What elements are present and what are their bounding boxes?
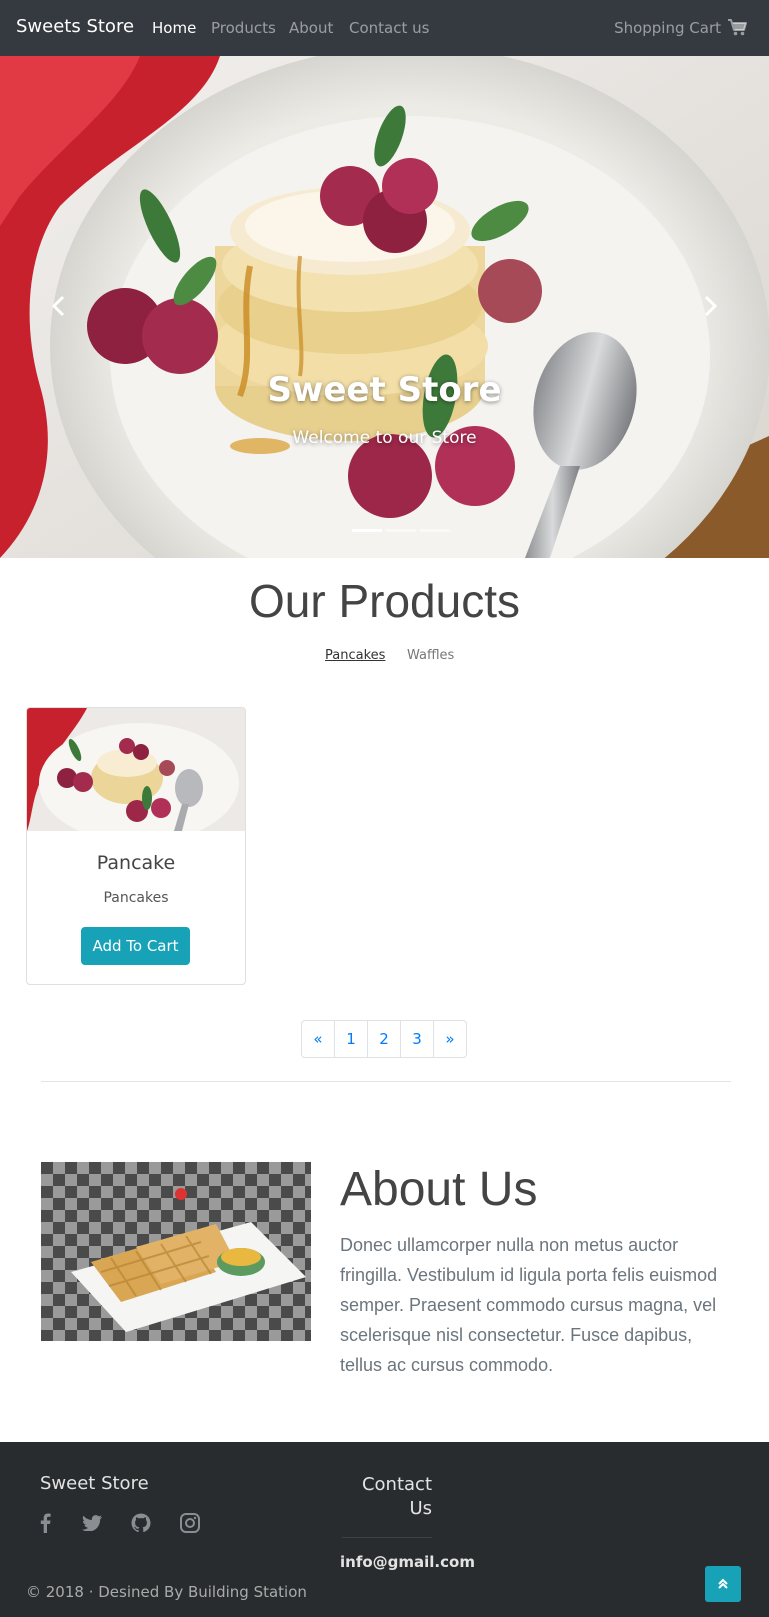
nav-about[interactable]: About	[289, 19, 333, 37]
pagination-page-1[interactable]: 1	[334, 1020, 368, 1058]
nav-contact[interactable]: Contact us	[349, 19, 429, 37]
chevron-left-icon	[51, 295, 65, 317]
footer-contact-divider	[342, 1537, 432, 1538]
footer-copyright: © 2018 · Desined By Building Station	[26, 1583, 307, 1601]
carousel-title: Sweet Store	[267, 370, 502, 410]
section-divider	[41, 1081, 731, 1082]
add-to-cart-button[interactable]: Add To Cart	[81, 927, 190, 965]
brand-logo[interactable]: Sweets Store	[16, 16, 134, 37]
navbar: Sweets Store Home Products About Contact…	[0, 0, 769, 56]
footer-contact-heading: Contact Us	[361, 1474, 432, 1519]
github-icon[interactable]	[129, 1511, 153, 1535]
carousel-prev-button[interactable]	[38, 276, 78, 336]
hero-carousel: Sweet Store Welcome to our Store	[0, 56, 769, 558]
nav-products[interactable]: Products	[211, 19, 276, 37]
shopping-cart-icon[interactable]	[728, 19, 747, 36]
pagination: « 1 2 3 »	[301, 1020, 467, 1058]
nav-home[interactable]: Home	[152, 19, 196, 37]
carousel-subtitle: Welcome to our Store	[292, 428, 477, 448]
about-heading: About Us	[340, 1163, 538, 1216]
product-image[interactable]	[27, 708, 245, 831]
products-heading: Our Products	[249, 575, 520, 627]
footer-email[interactable]: info@gmail.com	[340, 1553, 475, 1571]
footer-brand: Sweet Store	[40, 1473, 149, 1494]
filter-pancakes[interactable]: Pancakes	[325, 648, 385, 663]
double-chevron-up-icon	[718, 1578, 728, 1589]
hero-pancake-image	[0, 56, 769, 558]
filter-waffles[interactable]: Waffles	[407, 648, 454, 663]
chevron-right-icon	[704, 295, 718, 317]
nav-shopping-cart[interactable]: Shopping Cart	[614, 19, 721, 37]
twitter-icon[interactable]	[80, 1511, 104, 1535]
carousel-indicators	[352, 529, 450, 532]
back-to-top-button[interactable]	[705, 1566, 741, 1602]
instagram-icon[interactable]	[178, 1511, 202, 1535]
product-name[interactable]: Pancake	[27, 852, 245, 874]
about-text: Donec ullamcorper nulla non metus auctor…	[340, 1235, 718, 1375]
pagination-page-2[interactable]: 2	[367, 1020, 401, 1058]
carousel-indicator-2[interactable]	[386, 529, 416, 532]
pagination-next[interactable]: »	[433, 1020, 467, 1058]
about-waffle-image	[41, 1162, 311, 1341]
facebook-icon[interactable]	[33, 1511, 57, 1535]
carousel-next-button[interactable]	[691, 276, 731, 336]
pagination-page-3[interactable]: 3	[400, 1020, 434, 1058]
carousel-indicator-3[interactable]	[420, 529, 450, 532]
product-category: Pancakes	[103, 890, 169, 906]
carousel-indicator-1[interactable]	[352, 529, 382, 532]
pagination-prev[interactable]: «	[301, 1020, 335, 1058]
product-card: Pancake Pancakes Add To Cart	[26, 707, 246, 985]
